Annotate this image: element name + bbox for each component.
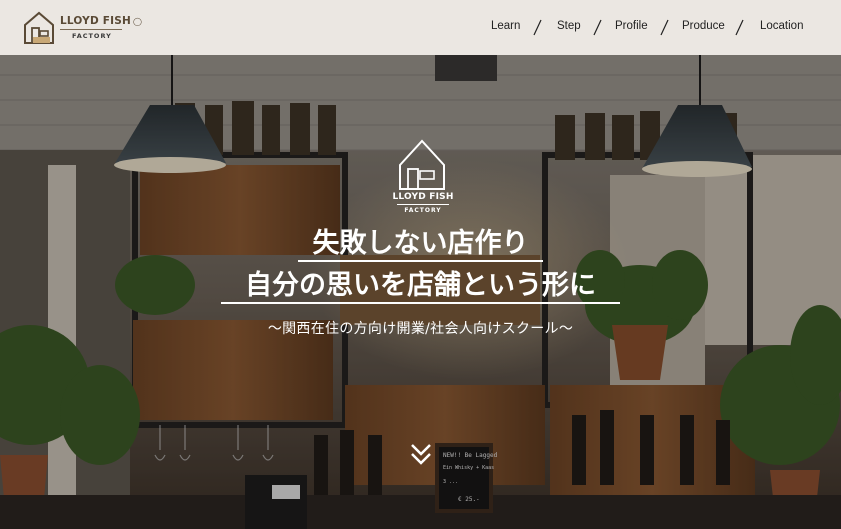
hero-section: NEW!! Be Lagged Ein Whisky + Kaas 3 ... … [0,55,841,529]
hero-subtitle: ～関西在住の方向け開業/社会人向けスクール～ [267,321,574,337]
nav-location[interactable]: Location [760,20,803,32]
logo-main-text: LLOYD FISH [60,15,131,27]
hero-logo-wordmark: LLOYD FISH FACTORY [388,192,458,214]
nav-separator [660,19,669,36]
logo-wordmark: LLOYD FISH ◯ FACTORY [60,15,142,40]
hero-title-line1: 失敗しない店作り [312,228,529,259]
main-nav: Learn Step Profile Produce Location [491,19,841,36]
hero-logo-divider [397,204,449,205]
nav-profile[interactable]: Profile [615,20,648,32]
fish-icon: ◯ [132,17,143,26]
header-logo[interactable]: LLOYD FISH ◯ FACTORY [23,11,142,45]
hero-logo-main-text: LLOYD FISH [392,192,454,202]
nav-produce[interactable]: Produce [682,20,725,32]
nav-separator [533,19,542,36]
logo-divider [60,29,122,30]
double-chevron-down-icon[interactable] [409,441,433,467]
house-logo-icon [24,11,54,44]
logo-sub-text: FACTORY [72,32,112,40]
nav-separator [735,19,744,36]
nav-learn[interactable]: Learn [491,20,520,32]
nav-step[interactable]: Step [557,20,581,32]
title-underline [298,260,543,262]
title-underline [221,302,620,304]
site-header: LLOYD FISH ◯ FACTORY Learn Step Profile P… [0,0,841,55]
hero-title-line2: 自分の思いを店舗という形に [245,270,596,301]
nav-separator [593,19,602,36]
hero-logo-sub-text: FACTORY [404,207,442,214]
